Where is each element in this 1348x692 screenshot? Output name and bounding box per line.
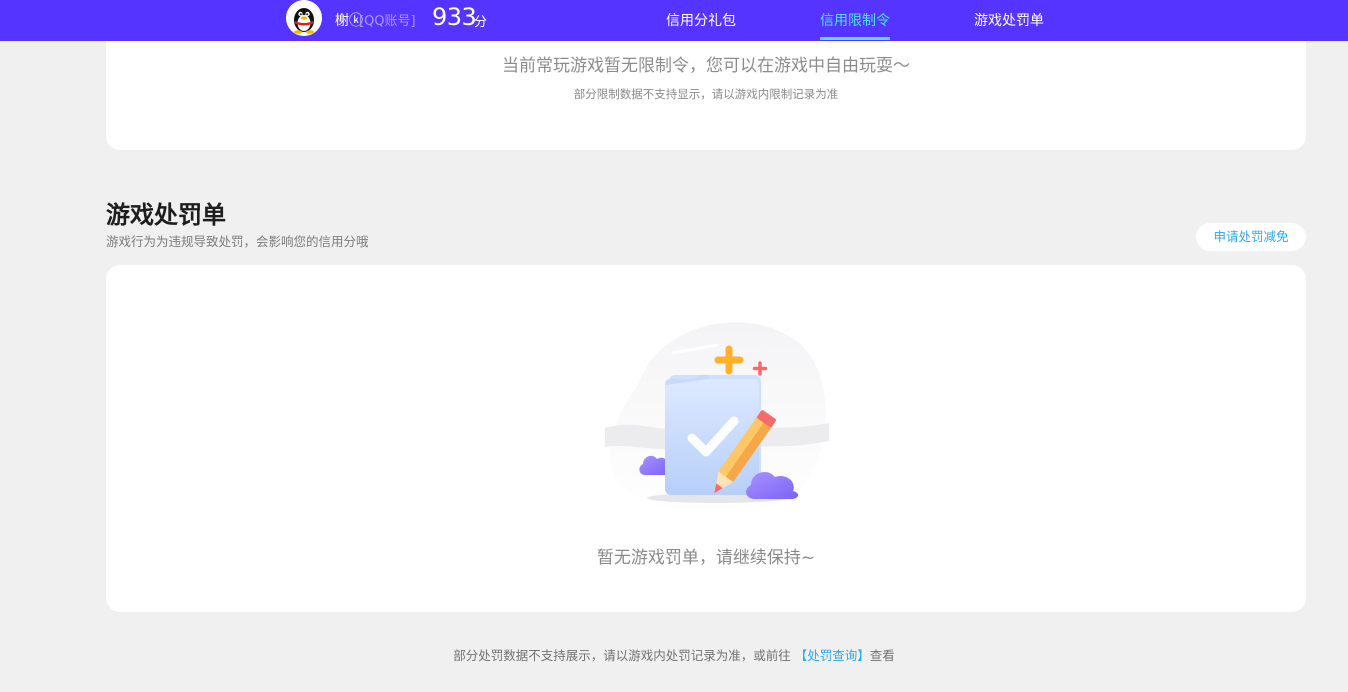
account-type-label: [QQ账号] [359,14,416,29]
penalty-empty-message: 暂无游戏罚单，请继续保持~ [596,548,816,568]
penalty-query-link[interactable]: 【处罚查询】 [795,648,870,663]
penalty-card: 暂无游戏罚单，请继续保持~ [106,265,1306,612]
restriction-empty-message: 当前常玩游戏暂无限制令，您可以在游戏中自由玩耍～ [502,56,910,76]
penalty-section-description: 游戏行为为违规导致处罚，会影响您的信用分哦 [106,234,369,249]
nav-game-penalty[interactable]: 游戏处罚单 [974,10,1044,30]
restriction-note: 部分限制数据不支持显示，请以游戏内限制记录为准 [573,87,839,101]
footer-note: 部分处罚数据不支持展示，请以游戏内处罚记录为准，或前往 【处罚查询】查看 [0,645,1348,664]
empty-penalty-illustration-icon [605,322,829,517]
footer-text-end: 查看 [869,648,895,663]
penalty-section-title: 游戏处罚单 [106,201,226,229]
footer-text: 部分处罚数据不支持展示，请以游戏内处罚记录为准，或前往 [453,648,791,663]
credit-score: 933 [432,3,477,31]
avatar[interactable] [286,0,322,36]
qq-penguin-icon [286,0,322,36]
nav-active-indicator [820,37,890,40]
top-bar: 榭ⓚ [QQ账号] 933 分 信用分礼包 信用限制令 游戏处罚单 [0,0,1348,41]
apply-penalty-reduction-button[interactable]: 申请处罚减免 [1196,223,1306,251]
nav-credit-restriction[interactable]: 信用限制令 [820,10,890,30]
credit-score-unit: 分 [474,15,488,30]
nav-credit-gift[interactable]: 信用分礼包 [666,10,736,30]
